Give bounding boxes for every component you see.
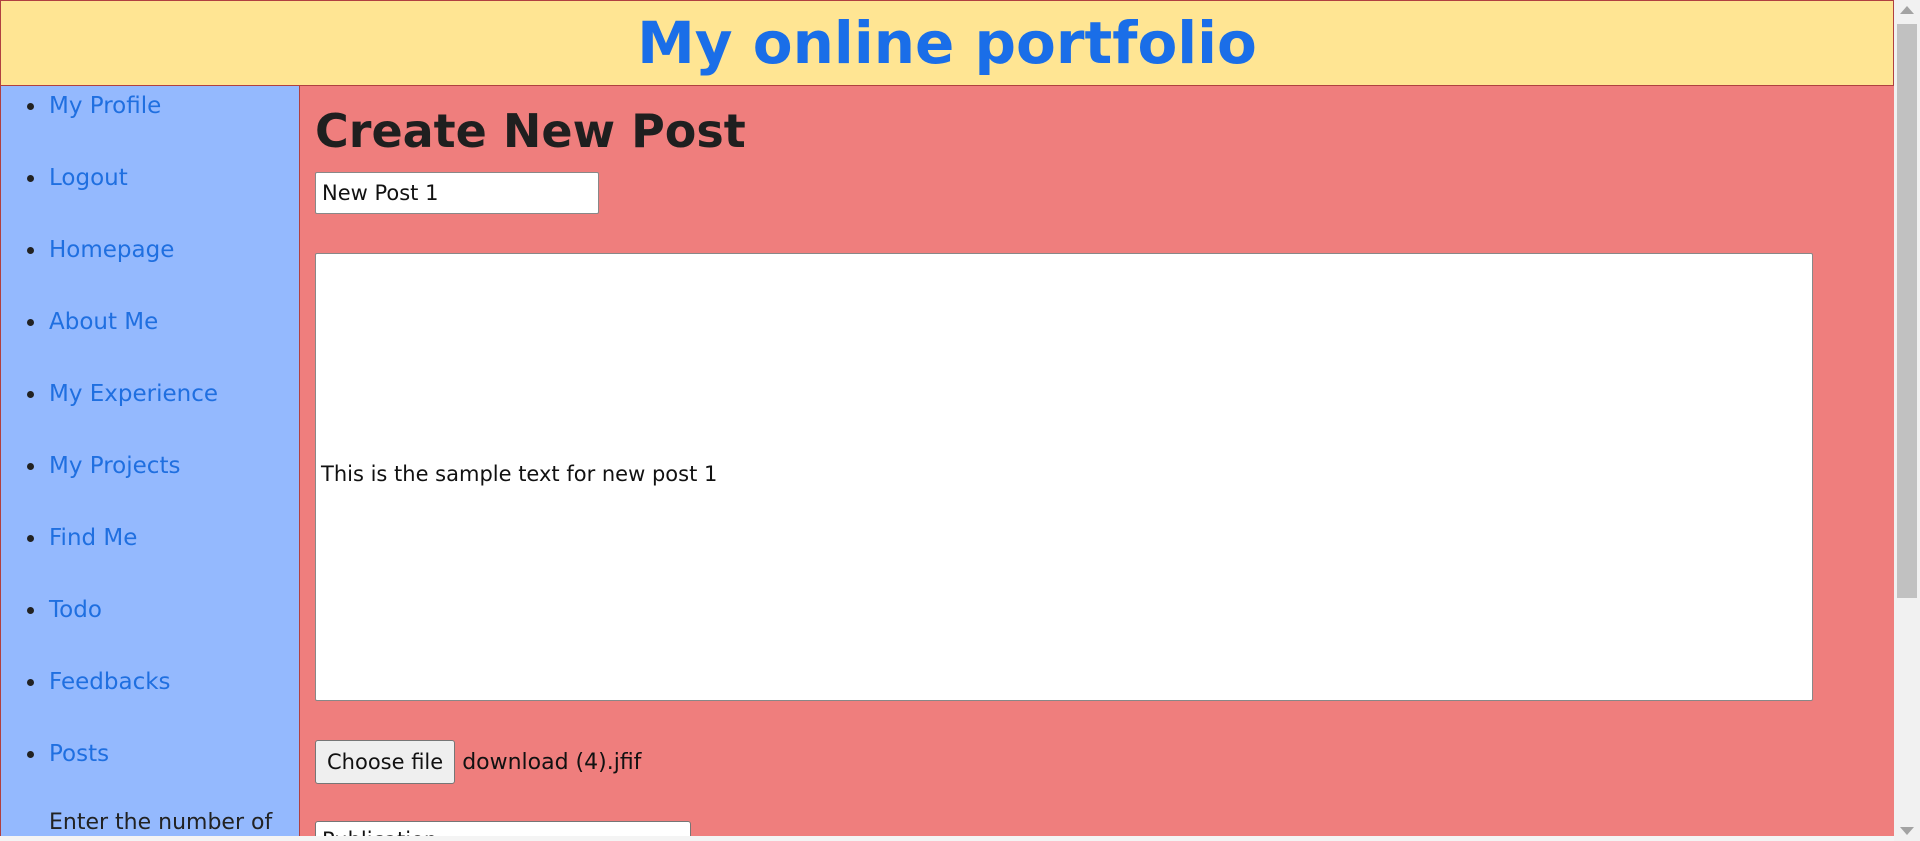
file-upload: Choose file download (4).jfif xyxy=(315,740,641,784)
sidebar-link-my-experience[interactable]: My Experience xyxy=(49,381,218,407)
bullet-icon xyxy=(27,175,34,182)
main-content: Create New Post This is the sample text … xyxy=(300,86,1894,841)
sidebar-item-posts: Posts xyxy=(27,734,299,806)
scroll-down-icon[interactable] xyxy=(1900,827,1914,835)
scroll-up-icon[interactable] xyxy=(1900,6,1914,14)
sidebar-link-my-projects[interactable]: My Projects xyxy=(49,453,180,479)
bullet-icon xyxy=(27,391,34,398)
bullet-icon xyxy=(27,463,34,470)
post-title-input[interactable] xyxy=(315,172,599,214)
sidebar-item-todo: Todo xyxy=(27,590,299,662)
bullet-icon xyxy=(27,103,34,110)
sidebar-link-homepage[interactable]: Homepage xyxy=(49,237,174,263)
sidebar-link-my-profile[interactable]: My Profile xyxy=(49,93,161,119)
post-body-text: This is the sample text for new post 1 xyxy=(321,462,718,486)
horizontal-edge xyxy=(0,836,1894,841)
bullet-icon xyxy=(27,679,34,686)
sidebar-item-find-me: Find Me xyxy=(27,518,299,590)
sidebar-item-my-projects: My Projects xyxy=(27,446,299,518)
selected-file-name: download (4).jfif xyxy=(462,749,642,775)
sidebar-item-about-me: About Me xyxy=(27,302,299,374)
scroll-thumb[interactable] xyxy=(1897,24,1917,598)
bullet-icon xyxy=(27,751,34,758)
choose-file-button[interactable]: Choose file xyxy=(315,740,456,784)
sidebar-link-logout[interactable]: Logout xyxy=(49,165,128,191)
sidebar-link-find-me[interactable]: Find Me xyxy=(49,525,137,551)
site-header: My online portfolio xyxy=(0,0,1894,86)
bullet-icon xyxy=(27,319,34,326)
sidebar-item-my-experience: My Experience xyxy=(27,374,299,446)
sidebar: My Profile Logout Homepage About Me My E… xyxy=(0,86,301,841)
sidebar-link-todo[interactable]: Todo xyxy=(49,597,102,623)
sidebar-item-feedbacks: Feedbacks xyxy=(27,662,299,734)
post-body-textarea[interactable]: This is the sample text for new post 1 xyxy=(315,253,1813,701)
sidebar-item-logout: Logout xyxy=(27,158,299,230)
sidebar-note: Enter the number of xyxy=(49,810,273,835)
site-title: My online portfolio xyxy=(637,9,1257,77)
page-title: Create New Post xyxy=(315,104,746,158)
bullet-icon xyxy=(27,247,34,254)
sidebar-nav: My Profile Logout Homepage About Me My E… xyxy=(1,86,299,806)
sidebar-item-my-profile: My Profile xyxy=(27,86,299,158)
bullet-icon xyxy=(27,535,34,542)
page: My online portfolio My Profile Logout Ho… xyxy=(0,0,1894,841)
vertical-scrollbar[interactable] xyxy=(1894,0,1920,841)
sidebar-item-homepage: Homepage xyxy=(27,230,299,302)
sidebar-link-posts[interactable]: Posts xyxy=(49,741,109,767)
sidebar-link-feedbacks[interactable]: Feedbacks xyxy=(49,669,171,695)
bullet-icon xyxy=(27,607,34,614)
sidebar-link-about-me[interactable]: About Me xyxy=(49,309,158,335)
